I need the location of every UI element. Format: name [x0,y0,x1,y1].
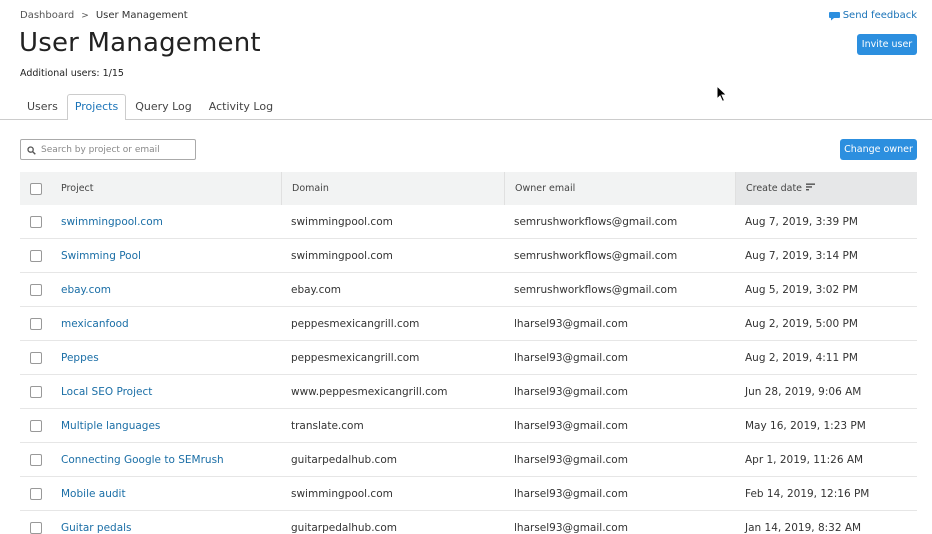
chat-bubble-icon [828,11,840,21]
domain-cell: ebay.com [291,283,342,296]
owner-email-cell: lharsel93@gmail.com [514,487,628,500]
domain-cell: peppesmexicangrill.com [291,351,420,364]
table-row: Guitar pedals guitarpedalhub.com lharsel93… [20,511,917,534]
row-checkbox[interactable] [29,419,42,432]
create-date-cell: Jan 14, 2019, 8:32 AM [745,521,862,534]
project-link[interactable]: Connecting Google to SEMrush [61,454,224,466]
create-date-cell: Jun 28, 2019, 9:06 AM [745,385,862,398]
owner-email-cell: lharsel93@gmail.com [514,317,628,330]
tab-projects[interactable]: Projects [66,94,127,120]
table-row: Connecting Google to SEMrush guitarpedalh… [20,443,917,477]
row-checkbox[interactable] [29,453,42,466]
table-header: Project Domain Owner email Create date [20,172,917,205]
table-row: Multiple languages translate.com lharsel93… [20,409,917,443]
owner-email-cell: semrushworkflows@gmail.com [514,249,678,262]
create-date-cell: Aug 5, 2019, 3:02 PM [745,283,858,296]
table-row: mexicanfood peppesmexicangrill.com lharsel… [20,307,917,341]
select-all-checkbox[interactable] [29,182,42,195]
create-date-cell: Aug 2, 2019, 4:11 PM [745,351,858,364]
domain-cell: peppesmexicangrill.com [291,317,420,330]
tab-bar: Users Projects Query Log Activity Log [19,94,282,120]
row-checkbox[interactable] [29,385,42,398]
send-feedback-label: Send feedback [842,10,917,21]
project-link[interactable]: Peppes [61,352,99,364]
row-checkbox[interactable] [29,249,42,262]
search-icon [27,140,36,159]
table-row: Swimming Pool swimmingpool.com semrushwork… [20,239,917,273]
owner-email-cell: semrushworkflows@gmail.com [514,283,678,296]
send-feedback-link[interactable]: Send feedback [828,10,917,21]
create-date-cell: Aug 7, 2019, 3:14 PM [745,249,858,262]
project-link[interactable]: Local SEO Project [61,386,152,398]
table-row: Local SEO Project www.peppesmexicangrill.… [20,375,917,409]
projects-table: Project Domain Owner email Create date s… [20,172,917,534]
create-date-cell: Aug 7, 2019, 3:39 PM [745,215,858,228]
table-body: swimmingpool.com swimmingpool.com semrushw… [20,205,917,534]
page-title: User Management [19,28,261,58]
create-date-cell: Feb 14, 2019, 12:16 PM [745,487,870,500]
table-row: swimmingpool.com swimmingpool.com semrushw… [20,205,917,239]
row-checkbox[interactable] [29,521,42,534]
project-link[interactable]: Swimming Pool [61,250,141,262]
row-checkbox[interactable] [29,351,42,364]
breadcrumb-current: User Management [95,10,188,21]
owner-email-cell: lharsel93@gmail.com [514,453,628,466]
project-link[interactable]: Mobile audit [61,488,126,500]
table-row: ebay.com ebay.com semrushworkflows@gmail.c… [20,273,917,307]
column-header-owner-email[interactable]: Owner email [504,172,735,205]
search-box[interactable] [20,139,196,160]
create-date-cell: Aug 2, 2019, 5:00 PM [745,317,858,330]
domain-cell: swimmingpool.com [291,249,393,262]
row-checkbox[interactable] [29,487,42,500]
column-header-domain[interactable]: Domain [281,172,504,205]
change-owner-button[interactable]: Change owner [840,139,917,160]
column-header-create-date[interactable]: Create date [735,172,917,205]
domain-cell: guitarpedalhub.com [291,453,397,466]
sort-descending-icon [806,183,816,194]
create-date-cell: Apr 1, 2019, 11:26 AM [745,453,864,466]
tabs-divider [0,119,932,120]
invite-user-button[interactable]: Invite user [857,34,917,55]
owner-email-cell: lharsel93@gmail.com [514,419,628,432]
domain-cell: translate.com [291,419,364,432]
domain-cell: www.peppesmexicangrill.com [291,385,448,398]
row-checkbox[interactable] [29,317,42,330]
owner-email-cell: lharsel93@gmail.com [514,521,628,534]
search-input[interactable] [41,144,186,155]
domain-cell: swimmingpool.com [291,487,393,500]
mouse-cursor-icon [716,84,728,107]
row-checkbox[interactable] [29,215,42,228]
domain-cell: swimmingpool.com [291,215,393,228]
row-checkbox[interactable] [29,283,42,296]
project-link[interactable]: swimmingpool.com [61,216,163,228]
tab-activity-log[interactable]: Activity Log [201,94,281,120]
create-date-cell: May 16, 2019, 1:23 PM [745,419,866,432]
tab-query-log[interactable]: Query Log [127,94,200,120]
owner-email-cell: lharsel93@gmail.com [514,385,628,398]
table-row: Mobile audit swimmingpool.com lharsel93@gm… [20,477,917,511]
breadcrumb-dashboard-link[interactable]: Dashboard [20,10,74,21]
table-row: Peppes peppesmexicangrill.com lharsel93@gm… [20,341,917,375]
domain-cell: guitarpedalhub.com [291,521,397,534]
breadcrumb-separator: > [81,10,89,21]
additional-users-count: Additional users: 1/15 [20,68,124,79]
breadcrumb: Dashboard > User Management [20,10,188,21]
project-link[interactable]: mexicanfood [61,318,129,330]
project-link[interactable]: Guitar pedals [61,522,132,534]
project-link[interactable]: ebay.com [61,284,111,296]
owner-email-cell: lharsel93@gmail.com [514,351,628,364]
column-header-project[interactable]: Project [51,172,281,205]
project-link[interactable]: Multiple languages [61,420,160,432]
tab-users[interactable]: Users [19,94,66,120]
owner-email-cell: semrushworkflows@gmail.com [514,215,678,228]
column-header-create-date-label: Create date [746,183,803,194]
